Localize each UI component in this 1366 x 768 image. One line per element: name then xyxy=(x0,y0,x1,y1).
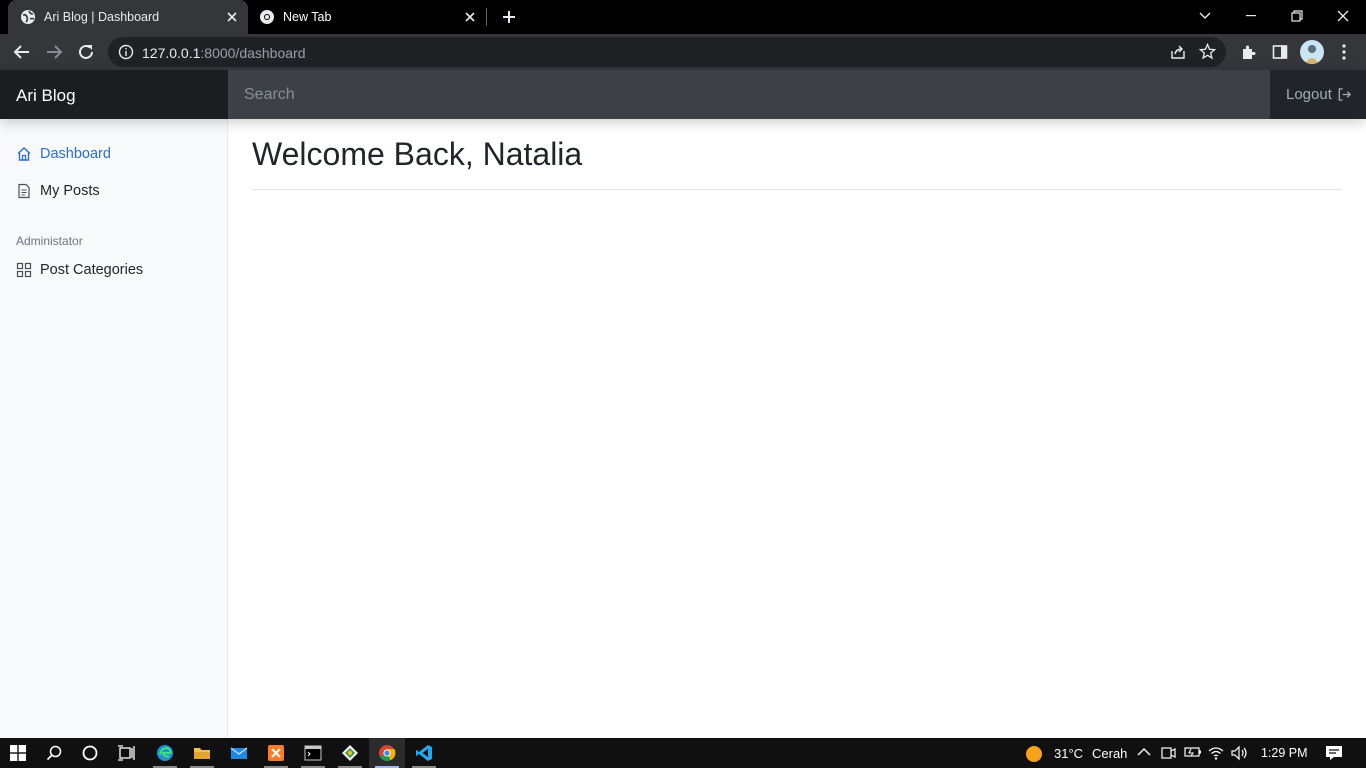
grid-icon xyxy=(16,262,32,278)
cortana-circle-icon[interactable] xyxy=(72,738,108,768)
tab-new-tab[interactable]: New Tab xyxy=(250,0,486,34)
close-window-icon[interactable] xyxy=(1320,0,1366,32)
title-divider xyxy=(252,189,1342,190)
browser-tabstrip: Ari Blog | Dashboard New Tab xyxy=(0,0,1366,34)
minimize-icon[interactable] xyxy=(1228,0,1274,32)
browser-toolbar: 127.0.0.1:8000/dashboard xyxy=(0,34,1366,70)
chrome-menu-icon[interactable] xyxy=(1334,42,1354,62)
brand-name[interactable]: Ari Blog xyxy=(16,86,76,106)
sidebar: Dashboard My Posts Administator Post Cat… xyxy=(0,119,228,738)
xampp-icon[interactable] xyxy=(258,738,294,768)
file-explorer-icon[interactable] xyxy=(184,738,220,768)
weather-description[interactable]: Cerah xyxy=(1092,746,1127,761)
close-tab-icon[interactable] xyxy=(464,11,476,23)
page-title: Welcome Back, Natalia xyxy=(252,136,583,172)
site-info-icon[interactable] xyxy=(118,44,134,60)
weather-temperature[interactable]: 31°C xyxy=(1054,746,1083,761)
command-prompt-icon[interactable] xyxy=(295,738,331,768)
main-content: Welcome Back, Natalia xyxy=(252,119,1342,738)
vscode-icon[interactable] xyxy=(406,738,442,768)
logout-label: Logout xyxy=(1286,86,1332,103)
sourcetree-icon[interactable] xyxy=(332,738,368,768)
windows-taskbar: 31°C Cerah 1:29 PM xyxy=(0,738,1366,768)
tab-search-chevron-icon[interactable] xyxy=(1182,0,1228,32)
profile-avatar[interactable] xyxy=(1300,40,1324,64)
sidebar-item-label: Post Categories xyxy=(40,262,144,278)
volume-icon[interactable] xyxy=(1231,745,1247,761)
box-arrow-right-icon xyxy=(1337,87,1352,102)
sidebar-heading-admin: Administator xyxy=(16,234,83,248)
sidebar-item-label: Dashboard xyxy=(40,146,111,162)
task-view-icon[interactable] xyxy=(108,738,144,768)
forward-arrow-icon[interactable] xyxy=(44,42,64,62)
bookmark-star-icon[interactable] xyxy=(1199,43,1216,60)
mail-icon[interactable] xyxy=(221,738,257,768)
globe-icon xyxy=(20,9,36,25)
tab-separator xyxy=(486,8,487,26)
tab-title: New Tab xyxy=(283,10,332,24)
meet-now-icon[interactable] xyxy=(1160,745,1176,761)
brand[interactable]: Ari Blog xyxy=(0,70,228,119)
share-icon[interactable] xyxy=(1170,44,1186,60)
chrome-icon xyxy=(259,9,275,25)
restore-icon[interactable] xyxy=(1274,0,1320,32)
chevron-up-icon[interactable] xyxy=(1137,745,1153,761)
edge-icon[interactable] xyxy=(147,738,183,768)
tab-ari-blog-dashboard[interactable]: Ari Blog | Dashboard xyxy=(8,0,248,34)
url-host: 127.0.0.1 xyxy=(142,45,201,61)
sidebar-item-label: My Posts xyxy=(40,183,100,199)
url-path: :8000/dashboard xyxy=(200,45,306,61)
search-input[interactable] xyxy=(228,70,1270,119)
clock[interactable]: 1:29 PM xyxy=(1261,746,1308,760)
tab-title: Ari Blog | Dashboard xyxy=(44,10,160,24)
battery-icon[interactable] xyxy=(1184,745,1201,761)
side-panel-icon[interactable] xyxy=(1270,42,1290,62)
top-navbar: Ari Blog Logout xyxy=(0,70,1366,119)
weather-sun-icon[interactable] xyxy=(1025,745,1042,762)
house-icon xyxy=(16,146,32,162)
logout-button[interactable]: Logout xyxy=(1286,86,1352,103)
address-bar[interactable]: 127.0.0.1:8000/dashboard xyxy=(108,37,1226,67)
sidebar-item-my-posts[interactable]: My Posts xyxy=(16,180,100,202)
search-icon[interactable] xyxy=(36,738,72,768)
back-arrow-icon[interactable] xyxy=(12,42,32,62)
notifications-icon[interactable] xyxy=(1325,745,1342,761)
close-tab-icon[interactable] xyxy=(226,11,238,23)
extensions-puzzle-icon[interactable] xyxy=(1238,42,1258,62)
reload-icon[interactable] xyxy=(76,42,96,62)
wifi-icon[interactable] xyxy=(1208,745,1224,761)
url-text: 127.0.0.1:8000/dashboard xyxy=(142,45,305,61)
windows-start-icon[interactable] xyxy=(0,738,36,768)
sidebar-item-dashboard[interactable]: Dashboard xyxy=(16,143,111,165)
file-text-icon xyxy=(16,183,32,199)
chrome-taskbar-icon[interactable] xyxy=(369,738,405,768)
new-tab-plus-icon[interactable] xyxy=(500,8,518,26)
sidebar-item-post-categories[interactable]: Post Categories xyxy=(16,259,143,281)
